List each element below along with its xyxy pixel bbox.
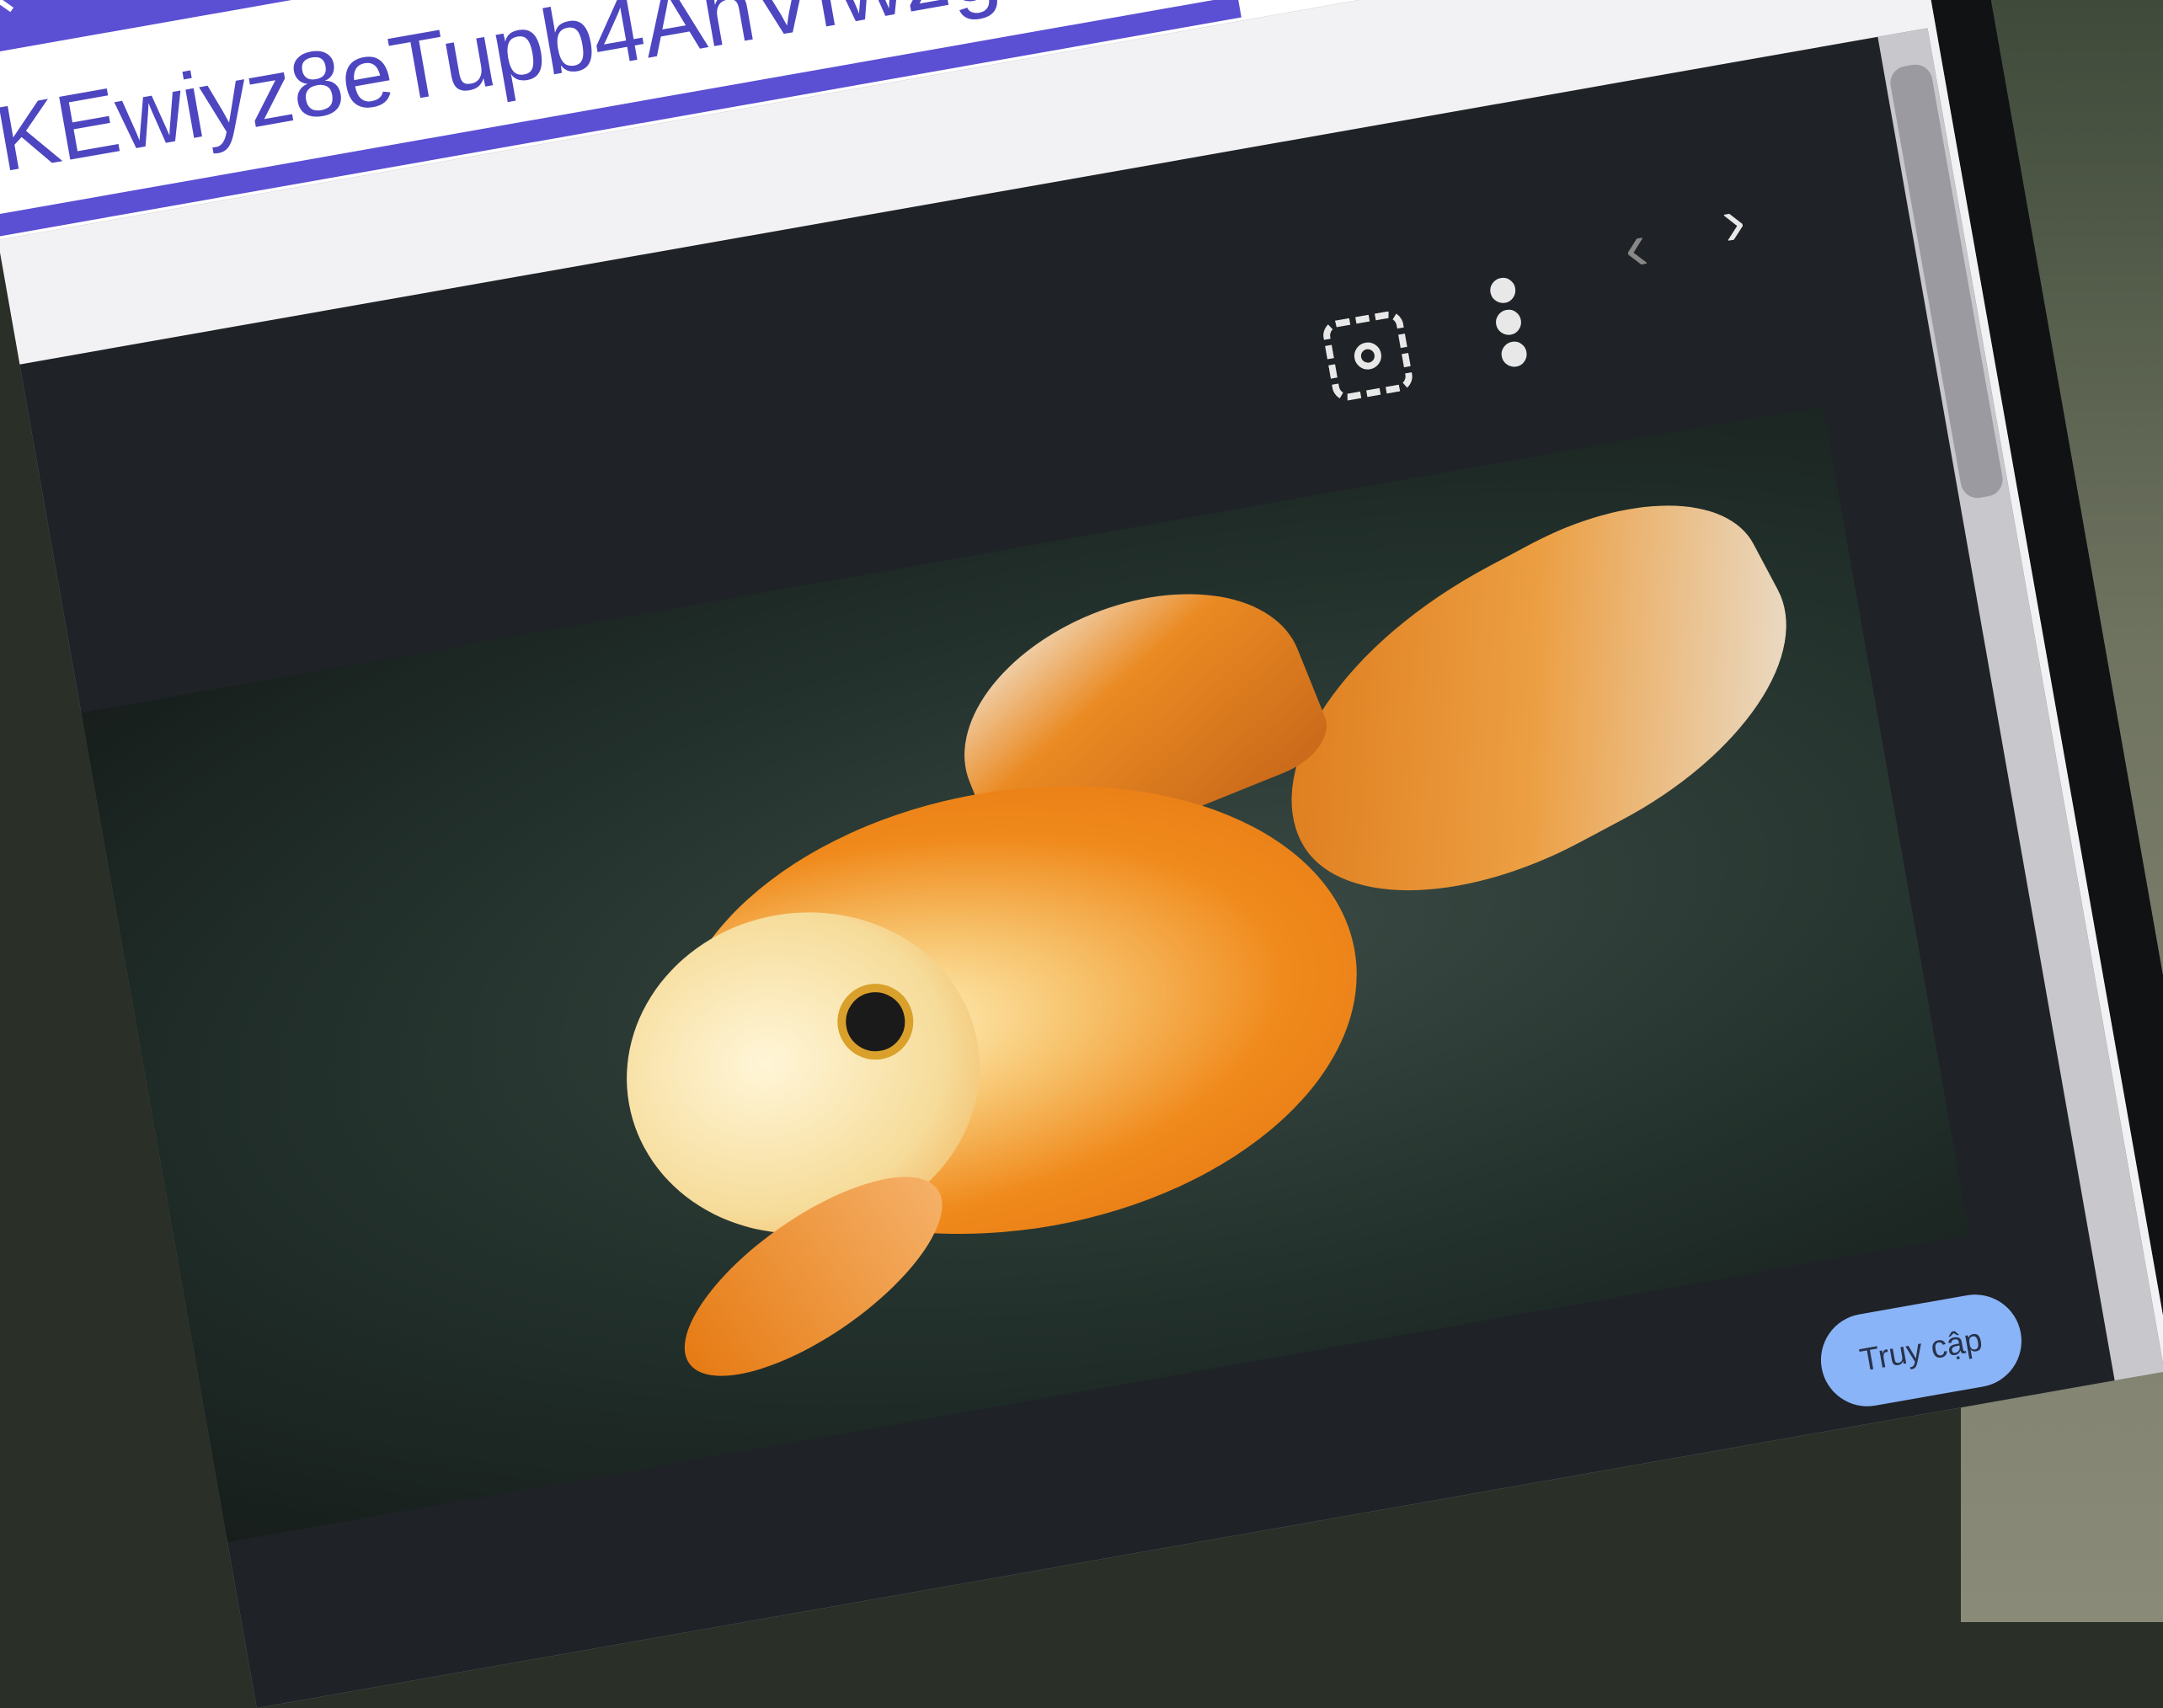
visit-button[interactable]: Truy cập — [1813, 1287, 2029, 1414]
lens-icon[interactable] — [1321, 309, 1415, 403]
main-image[interactable] — [81, 405, 1970, 1543]
close-icon[interactable]: × — [0, 0, 53, 43]
monitor-screen: × KEwiyz8eTupb4AhVIwzgGHR4TC... ⚙ Hu •••… — [0, 0, 2163, 1708]
image-caption-sub: Tìm hiểu thêm — [1349, 1569, 1535, 1633]
prev-arrow-icon[interactable]: ‹ — [1618, 207, 1653, 287]
more-vertical-icon[interactable]: ••• — [1450, 265, 1568, 379]
image-viewer-panel: ••• ‹ › Truy cập Ảnh chính cần oxy cực k… — [19, 28, 2163, 1708]
next-arrow-icon[interactable]: › — [1716, 181, 1751, 261]
page-area: ••• ‹ › Truy cập Ảnh chính cần oxy cực k… — [0, 0, 2163, 1708]
